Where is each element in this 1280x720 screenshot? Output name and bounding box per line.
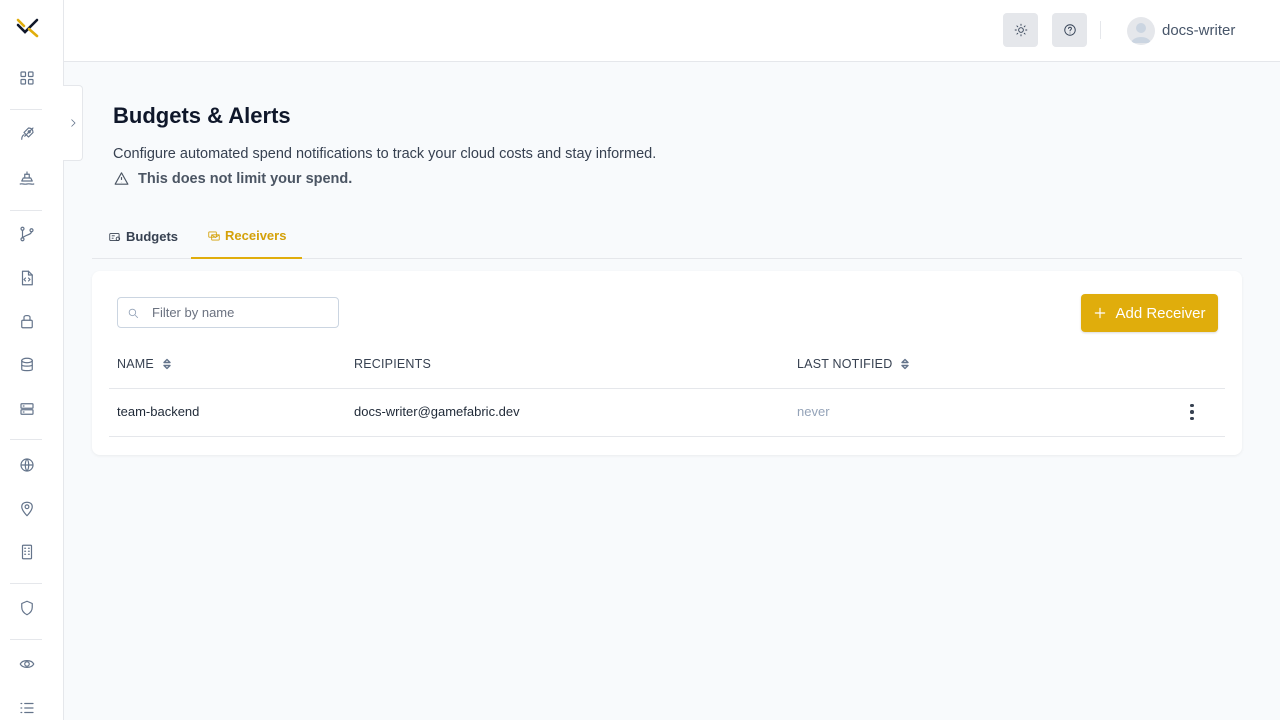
search-input[interactable] — [152, 298, 332, 327]
user-menu-name[interactable]: docs-writer — [1162, 22, 1235, 39]
receiver-name-cell[interactable]: team-backend — [117, 404, 199, 419]
add-receiver-label: Add Receiver — [1115, 304, 1206, 322]
tab-budgets[interactable]: Budgets — [92, 214, 194, 259]
topbar: docs-writer — [64, 0, 1280, 62]
warning-triangle-icon — [113, 170, 130, 187]
plus-icon — [1093, 306, 1107, 320]
column-header-name-label: NAME — [117, 357, 154, 371]
receivers-icon — [207, 229, 221, 243]
sort-icon — [900, 358, 910, 370]
grid-icon[interactable] — [17, 68, 37, 88]
avatar[interactable] — [1127, 17, 1155, 45]
receivers-card: Add Receiver NAME RECIPIENTS LAST NOTIFI… — [92, 271, 1242, 455]
column-header-last-notified[interactable]: LAST NOTIFIED — [797, 357, 910, 371]
chevron-right-icon — [67, 117, 79, 129]
sidebar-expand-toggle[interactable] — [63, 85, 83, 161]
map-pin-icon[interactable] — [17, 499, 37, 519]
add-receiver-button[interactable]: Add Receiver — [1081, 294, 1218, 332]
sort-icon — [162, 358, 172, 370]
server-icon[interactable] — [17, 399, 37, 419]
tab-bar: Budgets Receivers — [92, 214, 1242, 259]
help-circle-icon — [1063, 23, 1077, 37]
last-notified-cell: never — [797, 404, 830, 419]
budget-icon — [108, 230, 122, 244]
shield-icon[interactable] — [17, 598, 37, 618]
table-row-divider — [109, 436, 1225, 437]
globe-icon[interactable] — [17, 455, 37, 475]
rocket-icon[interactable] — [17, 124, 37, 144]
theme-toggle-button[interactable] — [1003, 13, 1038, 47]
lock-icon[interactable] — [17, 311, 37, 331]
spend-warning: This does not limit your spend. — [113, 170, 352, 187]
row-actions-menu-icon[interactable] — [1183, 402, 1201, 422]
help-button[interactable] — [1052, 13, 1087, 47]
sun-icon — [1014, 23, 1028, 37]
page-title: Budgets & Alerts — [113, 103, 291, 128]
app-logo[interactable] — [15, 17, 41, 39]
column-header-recipients-label: RECIPIENTS — [354, 357, 432, 371]
search-field[interactable] — [117, 297, 339, 328]
tab-budgets-label: Budgets — [126, 229, 178, 244]
column-header-last-notified-label: LAST NOTIFIED — [797, 357, 893, 371]
eye-icon[interactable] — [17, 654, 37, 674]
spend-warning-text: This does not limit your spend. — [138, 170, 353, 187]
database-icon[interactable] — [17, 355, 37, 375]
list-icon[interactable] — [17, 698, 37, 718]
tab-receivers[interactable]: Receivers — [191, 214, 303, 259]
git-branch-icon[interactable] — [17, 224, 37, 244]
column-header-name[interactable]: NAME — [117, 357, 172, 371]
file-code-icon[interactable] — [17, 268, 37, 288]
ship-icon[interactable] — [17, 168, 37, 188]
table-header-divider — [109, 388, 1225, 389]
topbar-divider — [1100, 21, 1101, 39]
tab-receivers-label: Receivers — [225, 228, 287, 243]
sidebar — [0, 0, 64, 720]
recipients-cell: docs-writer@gamefabric.dev — [354, 404, 520, 419]
column-header-recipients: RECIPIENTS — [354, 357, 431, 371]
page-description: Configure automated spend notifications … — [113, 146, 657, 162]
building-icon[interactable] — [17, 542, 37, 562]
